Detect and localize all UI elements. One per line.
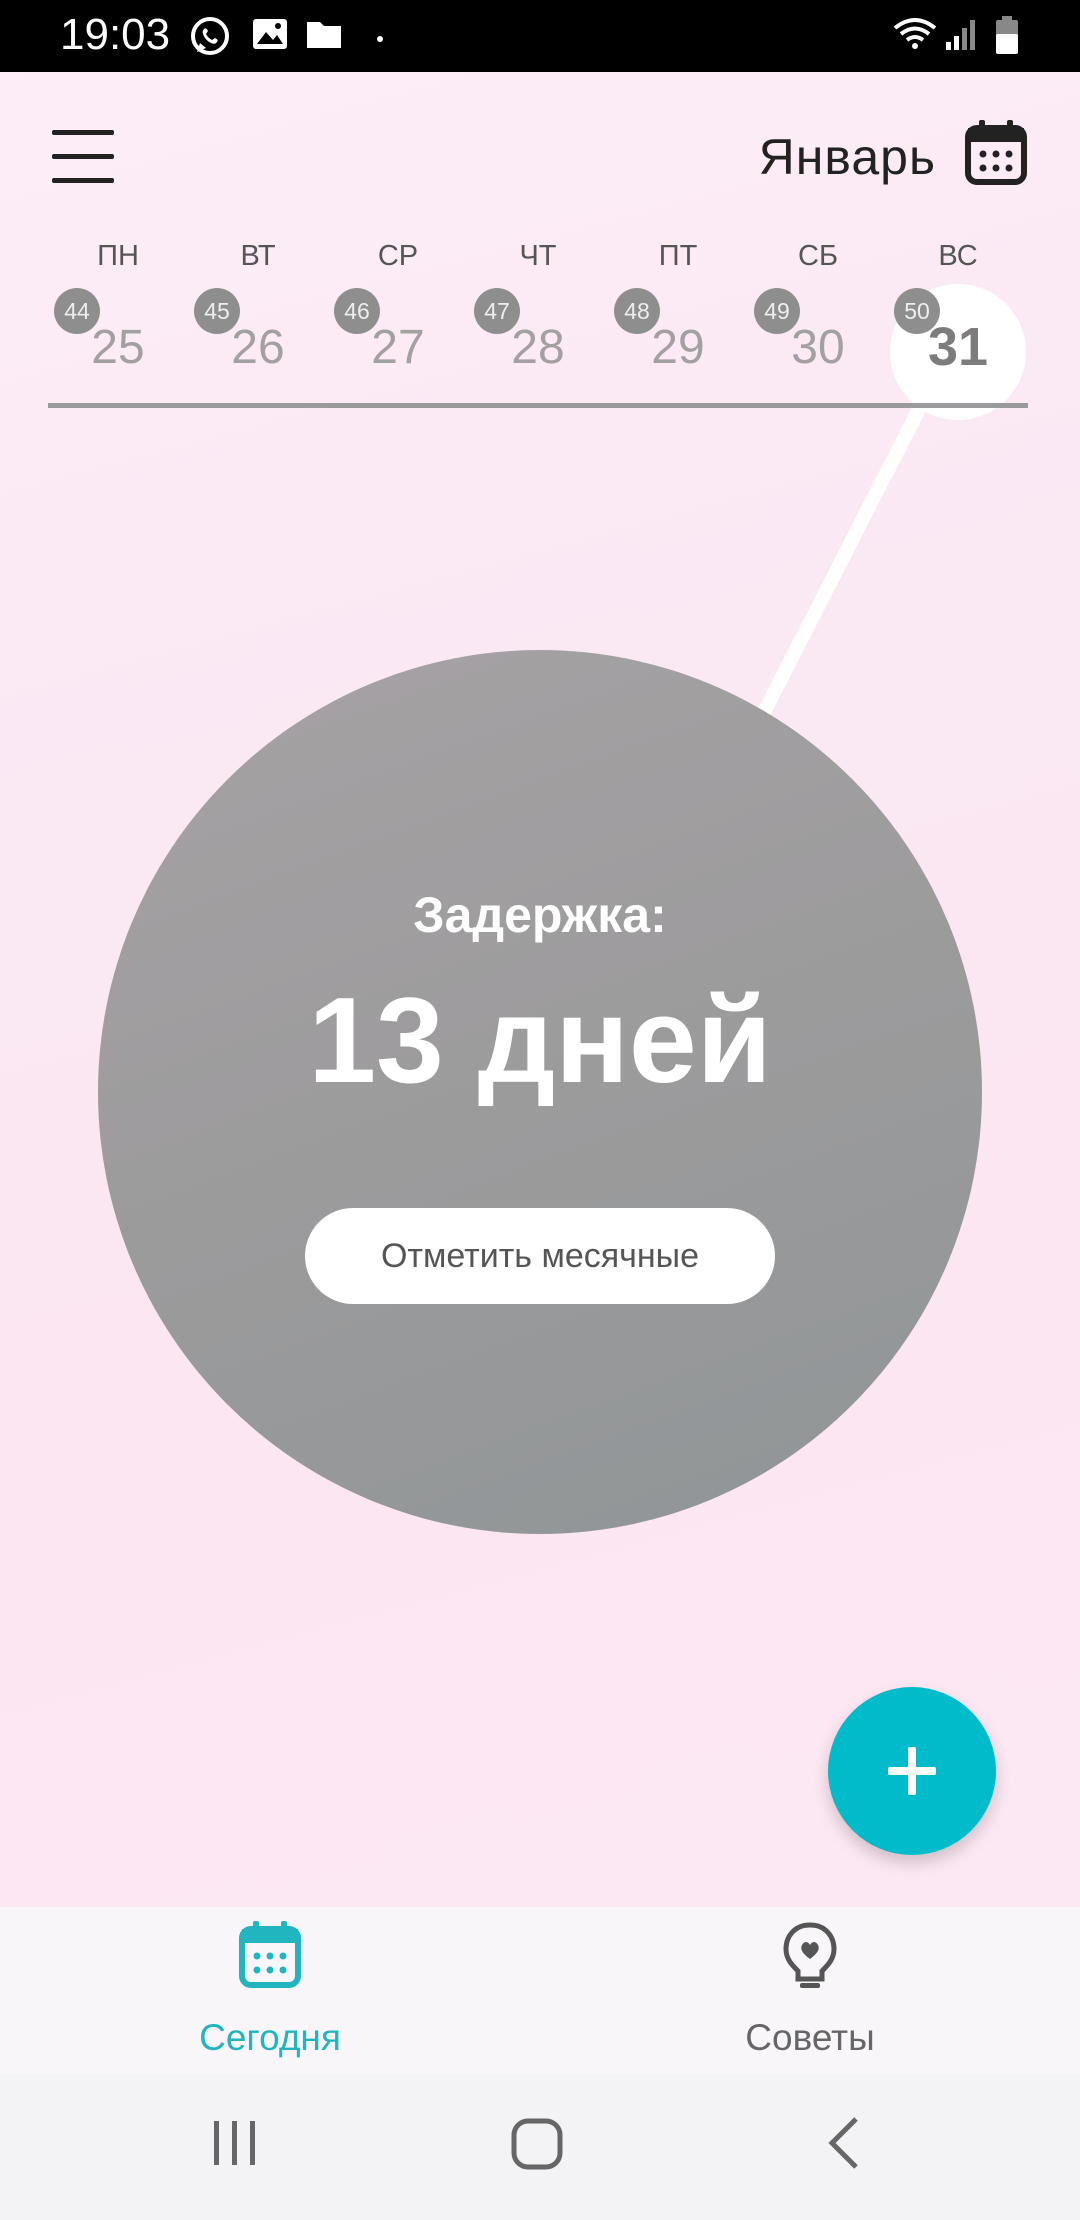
hamburger-line: [52, 178, 114, 183]
day-name: СР: [377, 240, 419, 272]
battery-icon: [994, 14, 1020, 61]
nav-today-label: Сегодня: [199, 2017, 341, 2058]
week-number-badge: 49: [754, 288, 800, 334]
week-number-badge: 44: [54, 288, 100, 334]
menu-button[interactable]: [52, 130, 116, 184]
hamburger-line: [52, 154, 114, 159]
cycle-status-circle: Задержка: 13 дней Отметить месячные: [98, 650, 982, 1534]
plus-icon: [888, 1747, 936, 1795]
calendar-icon: [239, 1921, 301, 1988]
status-bar: 19:03: [0, 0, 1080, 72]
day-name: ПН: [97, 240, 139, 272]
app-screen: 19:03 Январь ПН 44 25 ВТ 45 26 СР 46 27 …: [0, 0, 1080, 2220]
add-button[interactable]: [828, 1687, 996, 1855]
mark-period-button[interactable]: Отметить месячные: [305, 1208, 775, 1304]
day-friday[interactable]: ПТ 48 29: [608, 236, 748, 408]
day-name: ВТ: [240, 240, 276, 272]
delay-value: 13 дней: [308, 972, 772, 1108]
day-name: ЧТ: [519, 240, 557, 272]
week-number-badge: 48: [614, 288, 660, 334]
week-number-badge: 46: [334, 288, 380, 334]
day-tuesday[interactable]: ВТ 45 26: [188, 236, 328, 408]
recent-apps-button[interactable]: [210, 2113, 260, 2178]
day-monday[interactable]: ПН 44 25: [48, 236, 188, 408]
signal-icon: [944, 14, 980, 59]
folder-icon: [304, 14, 344, 59]
month-title[interactable]: Январь: [759, 128, 936, 186]
day-sunday-today[interactable]: ВС 50 31: [888, 236, 1028, 420]
lightbulb-heart-icon: [783, 1922, 837, 1988]
back-button[interactable]: [818, 2113, 868, 2178]
wifi-icon: [892, 14, 938, 59]
status-time: 19:03: [60, 10, 171, 59]
week-divider: [48, 403, 1028, 408]
day-saturday[interactable]: СБ 49 30: [748, 236, 888, 408]
nav-tips[interactable]: Советы: [540, 1907, 1080, 2075]
home-button[interactable]: [508, 2113, 568, 2178]
gallery-icon: [250, 14, 290, 59]
calendar-icon: [965, 120, 1027, 185]
system-navigation-bar: [0, 2075, 1080, 2220]
week-number-badge: 47: [474, 288, 520, 334]
recent-apps-icon: [214, 2121, 255, 2165]
week-strip: ПН 44 25 ВТ 45 26 СР 46 27 ЧТ 47 28 ПТ 4…: [48, 236, 1028, 420]
hamburger-menu-icon: [52, 130, 114, 135]
day-thursday[interactable]: ЧТ 47 28: [468, 236, 608, 408]
back-icon: [828, 2117, 858, 2169]
week-number-badge: 50: [894, 288, 940, 334]
nav-today[interactable]: Сегодня: [0, 1907, 540, 2075]
whatsapp-icon: [188, 14, 232, 63]
day-name: СБ: [798, 240, 838, 272]
day-wednesday[interactable]: СР 46 27: [328, 236, 468, 408]
day-name: ПТ: [658, 240, 698, 272]
day-name: ВС: [938, 240, 978, 272]
nav-tips-label: Советы: [745, 2017, 875, 2058]
week-number-badge: 45: [194, 288, 240, 334]
delay-label: Задержка:: [413, 887, 667, 943]
home-icon: [511, 2118, 563, 2170]
dot-icon: [376, 30, 384, 48]
bottom-navigation: Сегодня Советы: [0, 1907, 1080, 2075]
calendar-button[interactable]: [964, 118, 1028, 186]
